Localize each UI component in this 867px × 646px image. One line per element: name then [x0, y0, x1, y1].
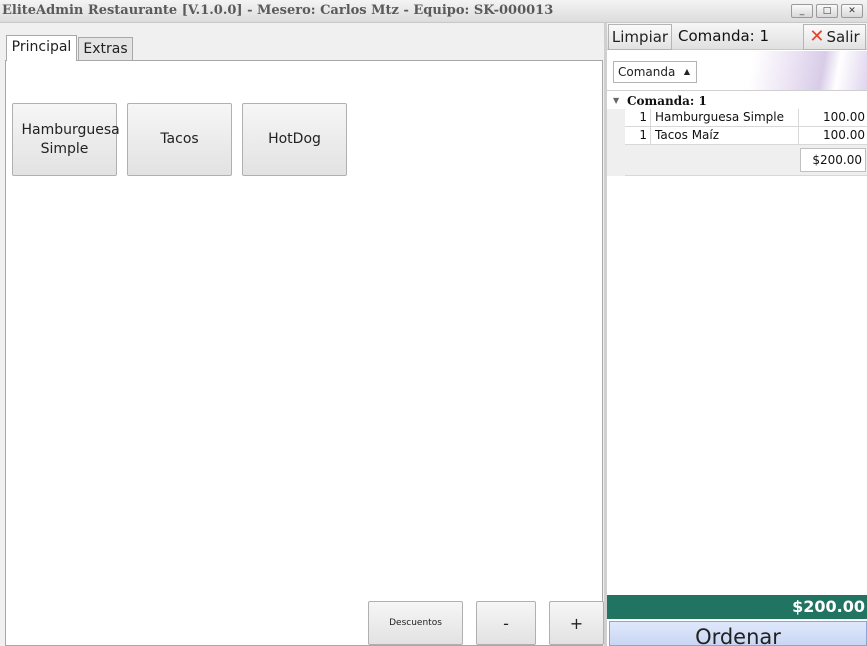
collapse-icon[interactable]: ▼	[613, 95, 619, 105]
clear-button[interactable]: Limpiar	[608, 24, 672, 50]
product-label: HotDog	[268, 131, 321, 147]
product-button-tacos[interactable]: Tacos	[127, 103, 232, 176]
tab-content: Hamburguesa Simple Tacos HotDog	[5, 60, 603, 646]
decrease-button[interactable]: -	[476, 601, 536, 645]
exit-button[interactable]: ✕ Salir	[803, 24, 866, 50]
order-total: $200.00	[607, 595, 867, 619]
product-button-hamburguesa[interactable]: Hamburguesa Simple	[12, 103, 120, 176]
table-row[interactable]: 1 Tacos Maíz 100.00	[625, 127, 867, 145]
products-panel: Principal Extras Hamburguesa Simple Taco…	[0, 23, 606, 646]
product-label: Hamburguesa Simple	[21, 121, 120, 157]
group-indent	[607, 109, 625, 176]
tab-extras[interactable]: Extras	[78, 37, 133, 60]
table-row[interactable]: 1 Hamburguesa Simple 100.00	[625, 109, 867, 127]
order-button[interactable]: Ordenar	[609, 621, 867, 646]
window-title: EliteAdmin Restaurante [V.1.0.0] - Meser…	[2, 3, 554, 18]
maximize-button[interactable]: □	[816, 4, 838, 18]
group-row-label: Comanda: 1	[627, 94, 707, 108]
group-subtotal: $200.00	[800, 148, 866, 172]
group-by-dropdown[interactable]: Comanda ▲	[613, 61, 697, 83]
minimize-button[interactable]: _	[791, 4, 813, 18]
group-summary-row: $200.00	[625, 145, 867, 176]
close-button[interactable]: ✕	[841, 4, 863, 18]
item-description: Tacos Maíz	[652, 127, 799, 144]
sort-ascending-icon: ▲	[683, 67, 690, 76]
group-by-value: Comanda	[618, 65, 676, 79]
increase-button[interactable]: +	[549, 601, 604, 645]
order-panel: Limpiar Comanda: 1 ✕ Salir Comanda ▲ ▼ C…	[607, 23, 867, 646]
exit-label: Salir	[826, 28, 860, 46]
group-by-bar: Comanda ▲	[607, 51, 867, 91]
item-amount: 100.00	[823, 128, 865, 142]
item-description: Hamburguesa Simple	[652, 109, 799, 126]
discounts-button[interactable]: Descuentos	[368, 601, 463, 645]
tab-principal[interactable]: Principal	[6, 35, 77, 61]
item-amount: 100.00	[823, 110, 865, 124]
close-icon: ✕	[809, 26, 825, 47]
group-row[interactable]: ▼ Comanda: 1	[607, 93, 867, 109]
product-button-hotdog[interactable]: HotDog	[242, 103, 347, 176]
order-header: Limpiar Comanda: 1 ✕ Salir	[607, 23, 867, 50]
item-qty: 1	[625, 127, 651, 144]
product-label: Tacos	[160, 131, 199, 147]
order-title: Comanda: 1	[678, 27, 770, 45]
item-qty: 1	[625, 109, 651, 126]
title-bar: EliteAdmin Restaurante [V.1.0.0] - Meser…	[0, 0, 867, 23]
